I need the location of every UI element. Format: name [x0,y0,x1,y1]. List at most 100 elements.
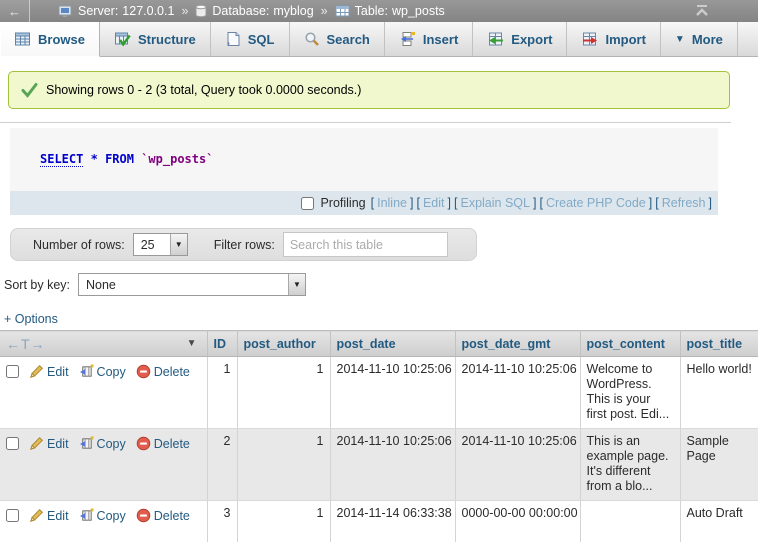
copy-icon [79,436,94,451]
tab-structure[interactable]: Structure [100,22,211,56]
actions-column-header: ←T→ ▼ [0,331,207,357]
cell-post-title: Auto Draft [680,501,758,542]
chevron-down-icon: ▼ [170,234,187,255]
sort-by-key-label: Sort by key: [4,278,70,292]
query-status-message: Showing rows 0 - 2 (3 total, Query took … [8,71,730,109]
sql-keyword-select[interactable]: SELECT [40,152,83,167]
pencil-icon [29,364,44,379]
breadcrumb-table-link[interactable]: Table: wp_posts [355,4,445,18]
copy-row-link[interactable]: Copy [79,436,126,451]
tab-more[interactable]: ▼ More [661,22,738,56]
column-header-post-author[interactable]: post_author [237,331,330,357]
row-checkbox[interactable] [6,437,19,450]
delete-icon [136,508,151,523]
column-header-id[interactable]: ID [207,331,237,357]
query-actions-bar: Profiling [ Inline ] [ Edit ] [ Explain … [10,191,718,215]
column-visibility-dropdown-icon[interactable]: ▼ [187,338,197,349]
tab-import[interactable]: Import [567,22,660,56]
explain-sql-link[interactable]: Explain SQL [460,196,529,210]
server-icon [58,5,73,18]
inline-link[interactable]: Inline [377,196,407,210]
cell-post-author: 1 [237,357,330,429]
edit-row-link[interactable]: Edit [29,436,69,451]
status-text: Showing rows 0 - 2 (3 total, Query took … [46,83,361,97]
results-table: ←T→ ▼ ID post_author post_date post_date… [0,330,758,542]
profiling-label: Profiling [320,196,365,210]
row-checkbox[interactable] [6,365,19,378]
copy-row-link[interactable]: Copy [79,508,126,523]
structure-icon [114,31,131,47]
edit-query-link[interactable]: Edit [423,196,445,210]
insert-icon [399,31,416,47]
results-header-row: ←T→ ▼ ID post_author post_date post_date… [0,331,758,357]
tab-browse[interactable]: Browse [0,22,100,57]
chevron-down-icon: ▼ [675,34,685,45]
section-divider [0,122,731,123]
breadcrumb-database-link[interactable]: Database: myblog [212,4,313,18]
breadcrumb-server-link[interactable]: Server: 127.0.0.1 [78,4,174,18]
tab-insert[interactable]: Insert [385,22,473,56]
column-header-post-date-gmt[interactable]: post_date_gmt [455,331,580,357]
create-php-code-link[interactable]: Create PHP Code [546,196,646,210]
profiling-checkbox[interactable] [301,197,314,210]
breadcrumb-separator: » [321,4,328,18]
success-check-icon [21,82,38,98]
breadcrumb: Server: 127.0.0.1 » Database: myblog » T… [58,4,445,18]
search-icon [304,31,320,47]
tab-export[interactable]: Export [473,22,567,56]
cell-post-date-gmt: 2014-11-10 10:25:06 [455,357,580,429]
cell-post-title: Hello world! [680,357,758,429]
options-toggle-link[interactable]: + Options [4,312,58,326]
export-icon [487,31,504,47]
delete-row-link[interactable]: Delete [136,364,190,379]
cell-id: 1 [207,357,237,429]
filter-rows-label: Filter rows: [214,238,275,252]
copy-icon [79,508,94,523]
delete-row-link[interactable]: Delete [136,436,190,451]
cell-post-date: 2014-11-10 10:25:06 [330,357,455,429]
cell-post-date-gmt: 2014-11-10 10:25:06 [455,429,580,501]
copy-icon [79,364,94,379]
sql-table-identifier: `wp_posts` [141,152,213,166]
table-row: Edit Copy Delete [0,501,758,542]
collapse-top-icon [694,2,710,18]
cell-post-content: This is an example page. It's different … [580,429,680,501]
sql-icon [225,31,241,47]
rows-per-page-select[interactable]: 25 ▼ [133,233,188,256]
rows-control-bar: Number of rows: 25 ▼ Filter rows: [10,228,477,261]
breadcrumb-separator: » [181,4,188,18]
delete-icon [136,436,151,451]
column-header-post-content[interactable]: post_content [580,331,680,357]
delete-row-link[interactable]: Delete [136,508,190,523]
cell-post-content [580,501,680,542]
sort-control-row: Sort by key: None ▼ [4,273,758,296]
cell-post-date: 2014-11-14 06:33:38 [330,501,455,542]
cell-post-author: 1 [237,429,330,501]
refresh-link[interactable]: Refresh [662,196,706,210]
tab-sql[interactable]: SQL [211,22,290,56]
sql-keyword-from: FROM [105,152,134,166]
transpose-icon[interactable]: ←T→ [6,336,46,352]
copy-row-link[interactable]: Copy [79,364,126,379]
sql-query-box: SELECT * FROM `wp_posts` Profiling [ Inl… [10,128,718,215]
back-arrow-button[interactable]: ← [0,0,30,22]
cell-post-content: Welcome to WordPress. This is your first… [580,357,680,429]
cell-post-title: Sample Page [680,429,758,501]
sql-query-text: SELECT * FROM `wp_posts` [10,128,718,166]
edit-row-link[interactable]: Edit [29,364,69,379]
row-actions-cell: Edit Copy Delete [0,357,207,429]
column-header-post-date[interactable]: post_date [330,331,455,357]
table-search-input[interactable] [283,232,448,257]
sort-by-key-select[interactable]: None ▼ [78,273,306,296]
row-checkbox[interactable] [6,509,19,522]
table-row: Edit Copy Delete [0,357,758,429]
pencil-icon [29,436,44,451]
tab-search[interactable]: Search [290,22,385,56]
browse-icon [14,31,31,47]
edit-row-link[interactable]: Edit [29,508,69,523]
sql-star: * [91,152,98,166]
collapse-top-button[interactable] [694,2,710,21]
table-icon [335,5,350,17]
column-header-post-title[interactable]: post_title [680,331,758,357]
cell-id: 3 [207,501,237,542]
